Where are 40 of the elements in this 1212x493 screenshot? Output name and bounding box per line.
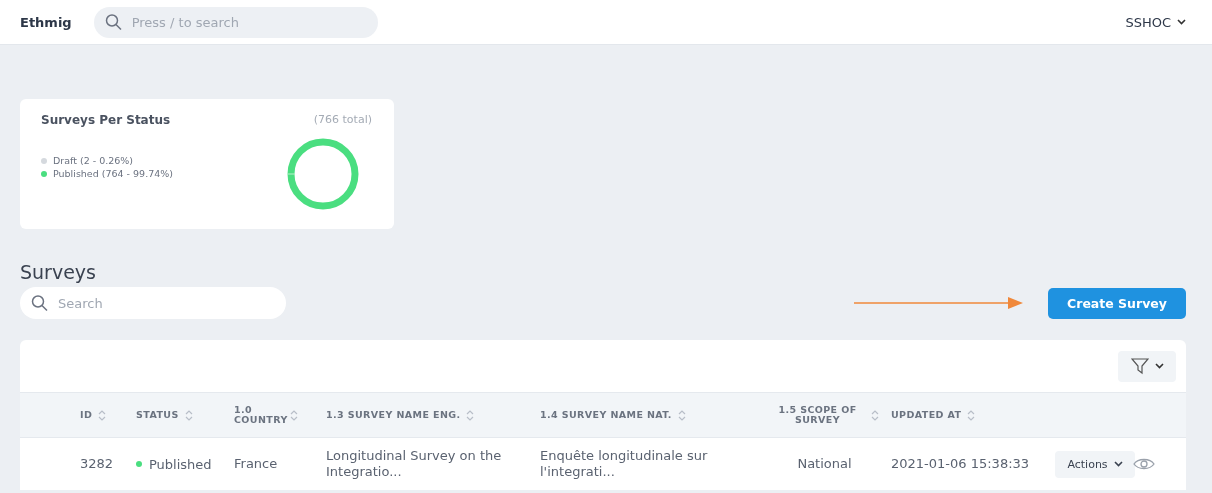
- sort-icon[interactable]: [677, 408, 686, 422]
- total-count: (766 total): [313, 113, 372, 128]
- table-cell-text: 2021-01-06 15:38:33: [890, 456, 1031, 472]
- sort-icon[interactable]: [290, 408, 298, 422]
- column-header[interactable]: 1.5 SCOPE OF SURVEY: [770, 405, 865, 425]
- column-header[interactable]: 1.4 SURVEY NAME NAT.: [540, 410, 672, 420]
- card-title: Surveys Per Status: [41, 113, 172, 129]
- table-cell-text: National: [796, 456, 853, 472]
- caret-icon: [1177, 19, 1186, 25]
- status-label: Published: [149, 456, 212, 472]
- table-cell-text: France: [233, 456, 279, 472]
- filter-icon: [1130, 357, 1149, 375]
- arrow-icon: [854, 296, 1024, 310]
- search-field[interactable]: Search: [20, 287, 286, 319]
- view-icon[interactable]: [1133, 457, 1155, 471]
- caret-icon: [1154, 363, 1164, 369]
- sort-icon[interactable]: [184, 408, 193, 422]
- sort-icon[interactable]: [871, 408, 879, 422]
- section-title: Surveys: [20, 261, 97, 283]
- table-cell-text: 3282: [79, 456, 115, 472]
- legend-label: Published (764 - 99.74%): [53, 168, 173, 179]
- search-icon: [31, 294, 48, 312]
- search-icon: [104, 13, 122, 31]
- column-header[interactable]: STATUS: [136, 410, 179, 420]
- actions-button[interactable]: Actions: [1055, 450, 1135, 478]
- brand-name[interactable]: Ethmig: [20, 14, 72, 30]
- table-cell-text: Enquête longitudinale sur l'integrati...: [539, 448, 709, 480]
- column-header[interactable]: ID: [80, 410, 93, 420]
- search-field[interactable]: Press / to search: [93, 6, 378, 38]
- filter-button[interactable]: [1118, 350, 1176, 382]
- table-cell-text: Longitudinal Survey on the Integratio...: [325, 448, 503, 480]
- column-header[interactable]: UPDATED AT: [891, 410, 962, 420]
- sort-icon[interactable]: [967, 408, 976, 422]
- create-survey-button[interactable]: Create Survey: [1048, 287, 1186, 319]
- caret-icon: [1113, 461, 1123, 467]
- legend-label: Draft (2 - 0.26%): [53, 155, 134, 166]
- sort-icon[interactable]: [466, 408, 475, 422]
- sort-icon[interactable]: [98, 408, 107, 422]
- account-menu[interactable]: SSHOC: [1125, 14, 1186, 30]
- column-header[interactable]: 1.3 SURVEY NAME ENG.: [326, 410, 461, 420]
